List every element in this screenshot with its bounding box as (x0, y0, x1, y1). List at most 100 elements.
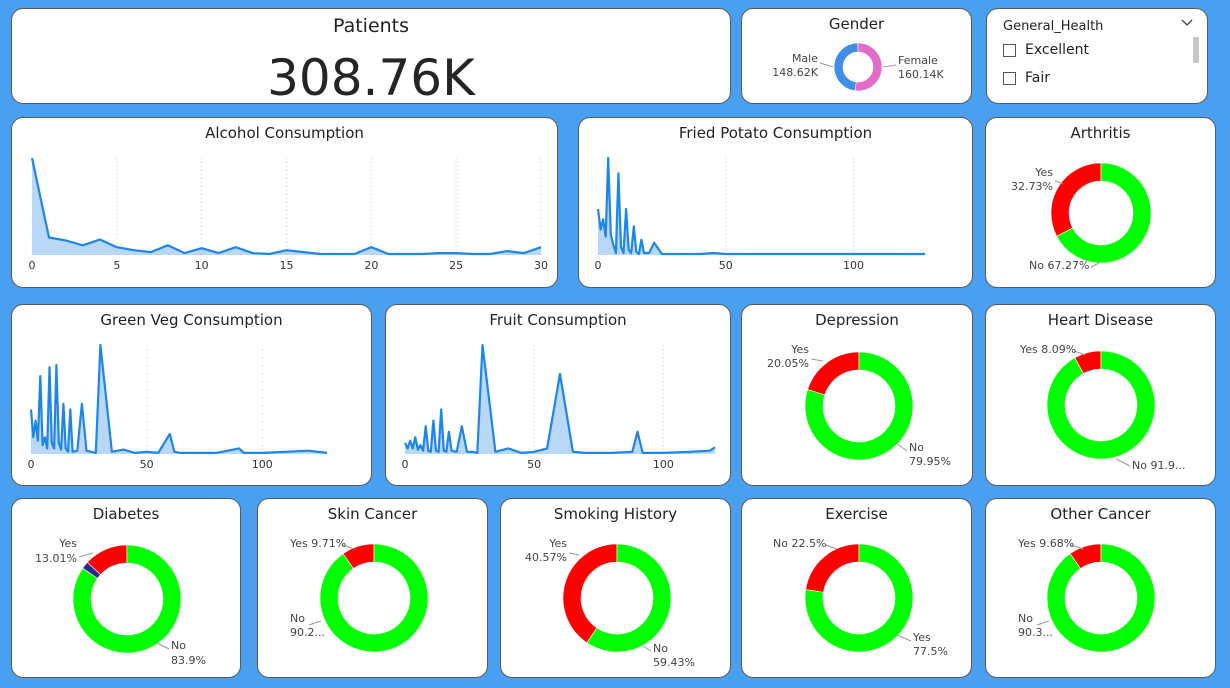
data-label: No (909, 441, 924, 454)
skin-cancer-chart-card: Skin Cancer Yes 9.71% No 90.2... (257, 498, 488, 678)
leader-line (1115, 458, 1131, 467)
leader-line (896, 634, 912, 642)
data-label: 59.43% (653, 656, 695, 669)
series-line (29, 343, 328, 454)
gridlines (146, 345, 263, 454)
leader-line (895, 442, 908, 452)
donut-slice (1050, 162, 1102, 237)
kpi-title: Patients (332, 15, 410, 37)
kpi-value: 308.76K (267, 49, 475, 104)
data-label: Yes (912, 631, 931, 644)
gender-donut-chart: Male148.62K Female160.14K (772, 42, 944, 92)
data-label: No (653, 642, 668, 655)
donut-slice (319, 543, 429, 653)
leader-line (825, 544, 838, 550)
data-label: Female (898, 54, 938, 67)
x-tick-label: 25 (449, 259, 463, 272)
x-tick-label: 0 (29, 259, 36, 272)
donut-slice (1046, 350, 1156, 460)
other-cancer-donut-chart: Yes 9.68% No90.3... (1017, 537, 1156, 653)
x-tick-label: 0 (28, 458, 35, 471)
leader-line (640, 644, 652, 652)
chevron-down-icon[interactable] (1181, 17, 1193, 32)
x-tick-label: 100 (252, 458, 273, 471)
data-label: Yes (58, 537, 77, 550)
other-cancer-chart-card: Other Cancer Yes 9.68% No 90.3... (985, 498, 1216, 678)
smoking-chart-card: Smoking History Yes 40.57% No 59.43% (500, 498, 731, 678)
slicer-item-label: Fair (1025, 70, 1050, 86)
heart-disease-chart-card: Heart Disease Yes 8.09% No 91.9... (985, 304, 1216, 486)
data-label: No 22.5% (773, 537, 826, 550)
data-label: 20.05% (767, 357, 809, 370)
leader-line (819, 62, 834, 68)
series-area (31, 345, 327, 454)
leader-line (156, 642, 170, 650)
x-tick-label: 30 (534, 259, 548, 272)
data-label: 40.57% (525, 551, 567, 564)
data-label: No (290, 612, 305, 625)
depression-chart-card: Depression Yes 20.05% No 79.95% (741, 304, 973, 486)
donut-slice (833, 42, 859, 92)
slicer-item-excellent[interactable]: Excellent (1003, 42, 1089, 58)
data-label: 148.62K (772, 66, 818, 79)
data-label: No 91.9... (1132, 459, 1185, 472)
data-label: 77.5% (913, 645, 948, 658)
x-tick-label: 50 (140, 458, 154, 471)
skin-cancer-donut-chart: Yes 9.71% No90.2... (289, 537, 429, 653)
heart-disease-donut-chart: Yes 8.09% No 91.9... (1019, 343, 1185, 472)
alcohol-chart-card: Alcohol Consumption 0 5 10 15 20 25 30 (11, 117, 558, 288)
data-label: 160.14K (898, 68, 944, 81)
slicer-title: General_Health (1003, 19, 1104, 34)
data-label: No (171, 639, 186, 652)
fried-potato-area-chart: 0 50 100 (595, 156, 925, 272)
data-label: Yes 9.68% (1017, 537, 1074, 550)
smoking-donut-chart: Yes40.57% No59.43% (525, 537, 695, 669)
donut-slice (854, 42, 883, 92)
diabetes-chart-card: Diabetes Yes 13.01% No 83.9% (11, 498, 241, 678)
exercise-donut-chart: No 22.5% Yes77.5% (773, 537, 948, 658)
data-label: No (1018, 612, 1033, 625)
fried-potato-chart-card: Fried Potato Consumption 0 50 100 (578, 117, 973, 288)
x-tick-label: 100 (843, 259, 864, 272)
data-label: Yes (790, 343, 809, 356)
checkbox[interactable] (1003, 71, 1016, 85)
data-label: No 67.27% (1029, 259, 1089, 272)
leader-line (308, 620, 322, 626)
x-tick-label: 5 (113, 259, 120, 272)
exercise-chart-card: Exercise No 22.5% Yes 77.5% (741, 498, 972, 678)
diabetes-donut-chart: Yes 13.01% No 83.9% (35, 537, 206, 667)
leader-line (1036, 620, 1050, 626)
donut-slice (807, 351, 860, 396)
alcohol-area-chart: 0 5 10 15 20 25 30 (29, 157, 548, 272)
leader-line (1090, 262, 1100, 268)
fruit-chart-card: Fruit Consumption 0 50 100 (385, 304, 731, 486)
depression-donut-chart: Yes20.05% No79.95% (767, 343, 951, 468)
leader-line (882, 64, 897, 68)
x-tick-label: 0 (595, 259, 602, 272)
arthritis-donut-chart: Yes32.73% No 67.27% (1011, 162, 1152, 272)
series-area (598, 158, 925, 255)
series-area (405, 345, 715, 454)
x-tick-label: 15 (280, 259, 294, 272)
data-label: Yes (548, 537, 567, 550)
x-tick-label: 50 (527, 458, 541, 471)
arthritis-chart-card: Arthritis Yes 32.73% No 67.27% (985, 117, 1216, 288)
fruit-area-chart: 0 50 100 (402, 343, 716, 471)
gridlines (725, 158, 854, 255)
x-tick-label: 50 (719, 259, 733, 272)
checkbox[interactable] (1003, 43, 1016, 57)
patients-kpi-card: Patients 308.76K (11, 8, 731, 104)
data-label: Yes 8.09% (1019, 343, 1076, 356)
green-veg-area-chart: 0 50 100 (28, 343, 328, 471)
slicer-item-label: Excellent (1025, 42, 1089, 58)
scrollbar[interactable] (1193, 37, 1199, 63)
data-label: Yes 9.71% (289, 537, 346, 550)
gender-chart-card: Gender Male 148.62K Female 160.14K (741, 8, 972, 104)
general-health-slicer[interactable]: General_Health Excellent Fair (986, 8, 1208, 104)
green-veg-chart-card: Green Veg Consumption 0 50 100 (11, 304, 372, 486)
x-tick-label: 0 (402, 458, 409, 471)
data-label: 90.2... (290, 626, 325, 639)
data-label: Yes (1034, 166, 1053, 179)
x-tick-label: 100 (653, 458, 674, 471)
slicer-item-fair[interactable]: Fair (1003, 70, 1050, 86)
